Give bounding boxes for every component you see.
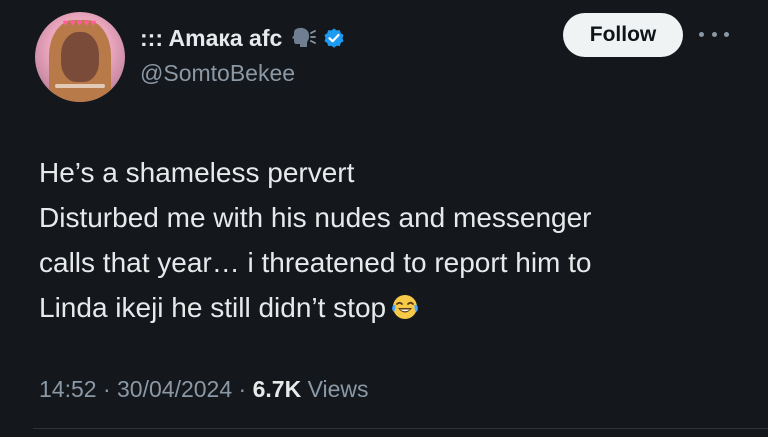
tweet-line: Disturbed me with his nudes and messenge… — [39, 202, 592, 233]
tweet-time[interactable]: 14:52 — [39, 376, 97, 402]
face-with-tears-of-joy-icon — [390, 290, 420, 320]
tweet-last-line: Linda ikeji he still didn’t stop — [39, 285, 739, 330]
avatar-caption — [55, 84, 105, 88]
tweet-line: Linda ikeji he still didn’t stop — [39, 292, 387, 323]
avatar-hearts-decoration: ♥♥♥♥♥ — [62, 18, 98, 29]
meta-separator: · — [232, 376, 253, 402]
dot — [724, 31, 729, 37]
tweet-text: He’s a shameless pervert Disturbed me wi… — [39, 150, 739, 330]
tweet-line: calls that year… i threatened to report … — [39, 247, 592, 278]
meta-separator: · — [96, 376, 118, 402]
divider — [33, 428, 768, 429]
tweet-view: ♥♥♥♥♥ ::: Amaка afc @SomtoBekee Follow H… — [0, 0, 768, 437]
tweet-meta: 14:52 · 30/04/2024 · 6.7K Views — [39, 376, 369, 403]
tweet-date[interactable]: 30/04/2024 — [117, 376, 232, 402]
avatar[interactable]: ♥♥♥♥♥ — [35, 12, 125, 102]
more-options-icon[interactable] — [699, 26, 729, 42]
speaking-head-icon — [290, 25, 317, 51]
author-name-row[interactable]: ::: Amaка afc — [140, 20, 346, 56]
views-count: 6.7K — [252, 376, 302, 402]
avatar-face — [61, 32, 99, 82]
verified-badge-icon — [322, 26, 346, 50]
dot — [711, 31, 717, 37]
dot — [699, 31, 704, 37]
author-display-name[interactable]: ::: Amaка afc — [140, 25, 282, 52]
follow-button[interactable]: Follow — [563, 13, 683, 57]
author-handle[interactable]: @SomtoBekee — [140, 60, 295, 87]
views-label: Views — [301, 376, 369, 402]
tweet-line: He’s a shameless pervert — [39, 157, 355, 188]
